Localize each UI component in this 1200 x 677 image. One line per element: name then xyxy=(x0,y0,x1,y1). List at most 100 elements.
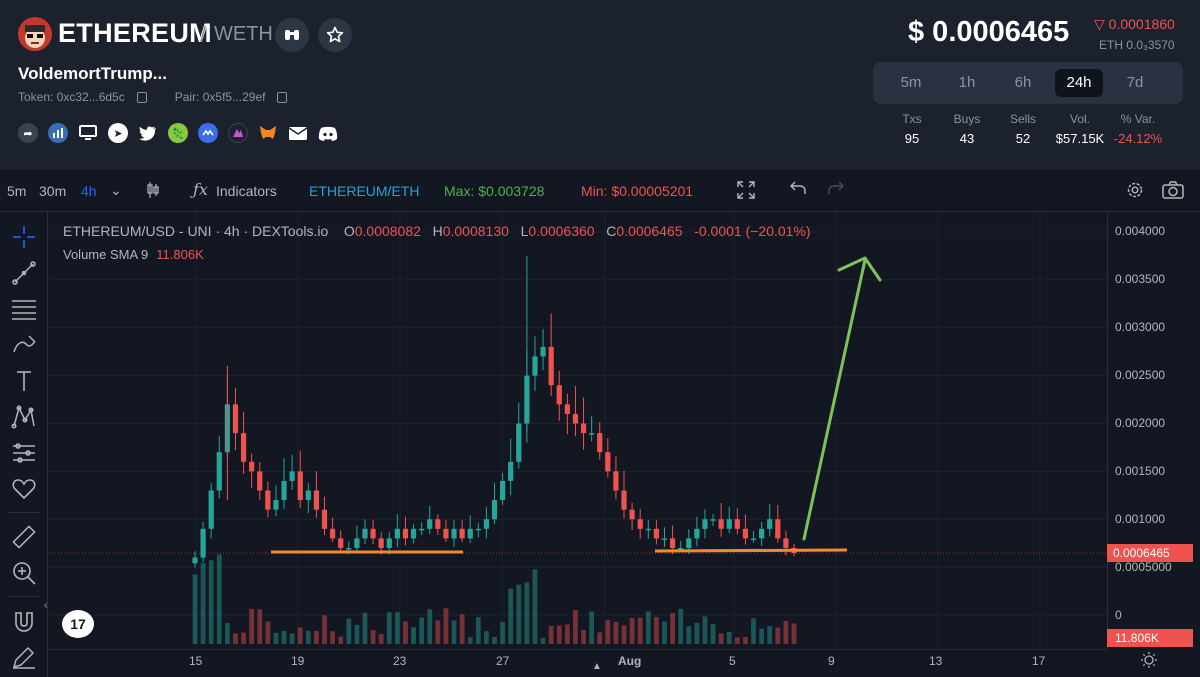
tradingview-logo: 17 xyxy=(62,610,94,638)
token-header: ETHEREUM / WETH VoldemortTrump... Token:… xyxy=(0,0,1200,170)
interval-5m[interactable]: 5m xyxy=(7,183,26,199)
min-price-label: Min: $0.00005201 xyxy=(581,183,694,199)
brush-icon[interactable] xyxy=(11,332,37,358)
coingecko-icon[interactable]: 🦎 xyxy=(168,123,188,143)
interval-30m[interactable]: 30m xyxy=(39,183,66,199)
interval-4h[interactable]: 4h xyxy=(81,183,97,199)
candle-body xyxy=(386,538,392,548)
favorite-button[interactable] xyxy=(318,18,352,52)
volume-bar xyxy=(224,623,230,644)
candle-body xyxy=(313,490,320,510)
candle-body xyxy=(734,519,740,529)
text-tool-icon[interactable] xyxy=(11,368,37,394)
candle-type-icon[interactable] xyxy=(146,181,160,202)
candle-body xyxy=(451,528,457,539)
coinmarketcap-icon[interactable] xyxy=(198,123,218,143)
fib-lines-icon[interactable] xyxy=(11,296,37,322)
sun-icon[interactable] xyxy=(1140,651,1158,674)
star-icon xyxy=(326,26,344,43)
volume-bar xyxy=(419,617,425,644)
mail-icon[interactable] xyxy=(288,123,308,143)
time-axis[interactable] xyxy=(49,649,1107,677)
crosshair-icon[interactable] xyxy=(11,224,37,250)
volume-value: 11.806K xyxy=(156,247,204,262)
pencil-lock-icon[interactable] xyxy=(11,644,37,670)
tab-24h[interactable]: 24h xyxy=(1055,69,1103,97)
twitter-icon[interactable] xyxy=(138,123,158,143)
pair-toggle-button[interactable]: ETHEREUM/ETH xyxy=(309,183,419,199)
candle-body xyxy=(281,480,287,501)
volume-bar xyxy=(540,637,546,644)
discord-icon[interactable] xyxy=(318,123,338,143)
price-chart[interactable] xyxy=(49,212,1107,649)
stat-volume: Vol. $57.15K xyxy=(1052,112,1108,146)
y-tick: 0.004000 xyxy=(1115,224,1166,238)
tab-7d[interactable]: 7d xyxy=(1111,69,1159,97)
y-tick: 0.0005000 xyxy=(1115,560,1172,574)
ruler-icon[interactable] xyxy=(11,524,37,550)
fx-icon[interactable]: ƒx xyxy=(193,180,208,199)
volume-bar xyxy=(330,631,336,644)
candle-body xyxy=(435,519,441,529)
stat-value: 43 xyxy=(959,131,975,146)
magnet-icon[interactable] xyxy=(11,608,37,634)
tab-1h[interactable]: 1h xyxy=(943,69,991,97)
volume-bar xyxy=(192,574,198,644)
candle-body xyxy=(305,490,311,501)
volume-bar xyxy=(694,622,700,644)
share-icon[interactable]: ➦ xyxy=(18,123,38,143)
stat-txs: Txs 95 xyxy=(892,112,932,146)
y-tick: 0.002500 xyxy=(1115,368,1166,382)
open-key: O xyxy=(343,223,355,239)
stat-sells: Sells 52 xyxy=(1003,112,1043,146)
pattern-icon[interactable] xyxy=(11,404,37,430)
volume-bar xyxy=(475,617,481,644)
volume-bar xyxy=(581,629,586,644)
telegram-icon[interactable]: ➤ xyxy=(108,123,128,143)
volume-bar xyxy=(613,621,619,644)
stat-label: Buys xyxy=(953,112,981,126)
y-tick: 0.003000 xyxy=(1115,320,1166,334)
camera-icon[interactable] xyxy=(1162,181,1184,202)
x-tick: 15 xyxy=(189,654,203,668)
collapse-arrow-icon[interactable]: ‹ xyxy=(44,600,47,611)
heart-icon[interactable] xyxy=(11,476,37,502)
undo-icon[interactable] xyxy=(790,181,806,198)
chevron-down-icon[interactable]: ⌄ xyxy=(110,182,122,199)
copy-pair-icon[interactable] xyxy=(277,91,288,103)
token-address: Token: 0xc32...6d5c xyxy=(18,90,125,104)
fullscreen-icon[interactable] xyxy=(737,181,755,202)
tab-5m[interactable]: 5m xyxy=(887,69,935,97)
ohlc-legend: ETHEREUM/USD - UNI · 4h · DEXTools.io O0… xyxy=(63,223,811,239)
drawing-tools-panel: ‹ xyxy=(0,212,48,677)
x-tick: 19 xyxy=(291,654,305,668)
binoculars-button[interactable] xyxy=(275,18,309,52)
gear-icon[interactable] xyxy=(1125,180,1145,203)
zoom-in-icon[interactable] xyxy=(11,560,37,586)
forecast-icon[interactable] xyxy=(11,440,37,466)
volume-bar xyxy=(564,624,570,644)
indicators-button[interactable]: Indicators xyxy=(216,183,277,199)
trendline-icon[interactable] xyxy=(11,260,37,286)
metamask-icon[interactable] xyxy=(258,123,278,143)
binoculars-icon xyxy=(285,30,299,40)
volume-bar xyxy=(686,626,692,644)
dextools-icon[interactable] xyxy=(228,123,248,143)
monitor-icon[interactable] xyxy=(78,123,98,143)
candle-body xyxy=(208,490,214,529)
tab-6h[interactable]: 6h xyxy=(999,69,1047,97)
candle-body xyxy=(192,557,198,564)
chart-stats-icon[interactable] xyxy=(48,123,68,143)
volume-bar xyxy=(629,618,635,644)
candle-body xyxy=(297,471,303,501)
candle-body xyxy=(427,519,433,529)
copy-token-icon[interactable] xyxy=(136,91,147,103)
candle-body xyxy=(346,547,352,550)
volume-bar xyxy=(467,637,473,644)
address-row: Token: 0xc32...6d5c Pair: 0x5f5...29ef xyxy=(18,90,288,104)
redo-icon[interactable] xyxy=(828,181,844,198)
volume-bar xyxy=(573,610,578,644)
last-price-tag: 0.0006465 xyxy=(1107,544,1193,562)
candle-body xyxy=(354,538,360,548)
candle-body xyxy=(508,461,514,481)
